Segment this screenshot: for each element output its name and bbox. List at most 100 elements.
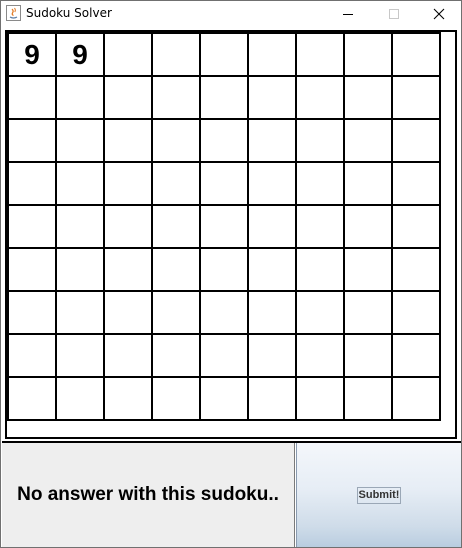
sudoku-cell[interactable] bbox=[295, 376, 345, 421]
sudoku-cell[interactable] bbox=[343, 247, 393, 292]
sudoku-cell[interactable] bbox=[7, 290, 57, 335]
sudoku-cell[interactable] bbox=[295, 75, 345, 120]
sudoku-cell[interactable] bbox=[391, 247, 441, 292]
close-icon bbox=[433, 8, 445, 19]
sudoku-cell[interactable] bbox=[295, 333, 345, 378]
sudoku-cell[interactable] bbox=[343, 290, 393, 335]
sudoku-cell[interactable] bbox=[295, 118, 345, 163]
sudoku-cell[interactable] bbox=[103, 333, 153, 378]
sudoku-cell[interactable] bbox=[151, 161, 201, 206]
sudoku-cell[interactable] bbox=[103, 75, 153, 120]
maximize-button[interactable] bbox=[371, 1, 417, 26]
sudoku-cell[interactable] bbox=[343, 75, 393, 120]
board-row bbox=[7, 290, 441, 335]
sudoku-cell[interactable] bbox=[295, 247, 345, 292]
sudoku-cell[interactable] bbox=[247, 161, 297, 206]
sudoku-cell[interactable] bbox=[343, 376, 393, 421]
sudoku-cell[interactable] bbox=[247, 376, 297, 421]
board-row bbox=[7, 333, 441, 378]
sudoku-cell[interactable] bbox=[391, 376, 441, 421]
sudoku-cell[interactable] bbox=[7, 161, 57, 206]
sudoku-cell[interactable] bbox=[247, 333, 297, 378]
status-panel: No answer with this sudoku.. bbox=[2, 443, 295, 547]
sudoku-cell[interactable] bbox=[391, 333, 441, 378]
board-row bbox=[7, 161, 441, 206]
board-row: 99 bbox=[7, 32, 441, 77]
board-row bbox=[7, 118, 441, 163]
window-title: Sudoku Solver bbox=[26, 6, 112, 20]
sudoku-cell[interactable] bbox=[343, 161, 393, 206]
sudoku-cell[interactable] bbox=[295, 161, 345, 206]
sudoku-cell[interactable] bbox=[391, 75, 441, 120]
board-row bbox=[7, 204, 441, 249]
sudoku-cell[interactable] bbox=[199, 161, 249, 206]
board-row bbox=[7, 376, 441, 421]
sudoku-cell[interactable] bbox=[247, 247, 297, 292]
sudoku-cell[interactable] bbox=[199, 75, 249, 120]
sudoku-cell[interactable] bbox=[391, 118, 441, 163]
board-row bbox=[7, 75, 441, 120]
sudoku-cell[interactable] bbox=[55, 333, 105, 378]
sudoku-cell[interactable] bbox=[7, 333, 57, 378]
title-bar[interactable]: Sudoku Solver bbox=[1, 1, 461, 26]
submit-button-area[interactable]: Submit! bbox=[296, 443, 461, 547]
sudoku-cell[interactable] bbox=[151, 32, 201, 77]
sudoku-cell[interactable] bbox=[247, 204, 297, 249]
sudoku-cell[interactable] bbox=[151, 204, 201, 249]
sudoku-cell[interactable] bbox=[55, 290, 105, 335]
sudoku-cell[interactable] bbox=[199, 118, 249, 163]
sudoku-cell[interactable] bbox=[55, 376, 105, 421]
sudoku-cell[interactable] bbox=[391, 204, 441, 249]
sudoku-cell[interactable] bbox=[55, 247, 105, 292]
sudoku-cell[interactable] bbox=[7, 247, 57, 292]
sudoku-cell[interactable] bbox=[391, 290, 441, 335]
sudoku-cell[interactable] bbox=[103, 118, 153, 163]
sudoku-cell[interactable] bbox=[151, 290, 201, 335]
sudoku-cell[interactable] bbox=[343, 118, 393, 163]
sudoku-cell[interactable] bbox=[247, 118, 297, 163]
sudoku-cell[interactable] bbox=[55, 161, 105, 206]
sudoku-cell[interactable] bbox=[247, 290, 297, 335]
sudoku-cell[interactable] bbox=[151, 333, 201, 378]
minimize-button[interactable] bbox=[325, 1, 371, 26]
close-button[interactable] bbox=[416, 1, 462, 26]
sudoku-cell[interactable] bbox=[151, 247, 201, 292]
sudoku-cell[interactable] bbox=[7, 118, 57, 163]
sudoku-cell[interactable] bbox=[151, 118, 201, 163]
sudoku-cell[interactable] bbox=[103, 247, 153, 292]
sudoku-cell[interactable] bbox=[7, 75, 57, 120]
sudoku-cell[interactable] bbox=[247, 75, 297, 120]
sudoku-cell[interactable] bbox=[103, 204, 153, 249]
sudoku-cell[interactable] bbox=[391, 32, 441, 77]
sudoku-cell[interactable] bbox=[295, 290, 345, 335]
sudoku-cell[interactable] bbox=[343, 32, 393, 77]
sudoku-cell[interactable] bbox=[151, 75, 201, 120]
status-message: No answer with this sudoku.. bbox=[17, 484, 279, 505]
sudoku-cell[interactable] bbox=[343, 204, 393, 249]
sudoku-cell[interactable] bbox=[103, 32, 153, 77]
sudoku-cell[interactable] bbox=[55, 204, 105, 249]
sudoku-cell[interactable] bbox=[199, 333, 249, 378]
sudoku-cell[interactable] bbox=[55, 75, 105, 120]
sudoku-cell[interactable] bbox=[199, 204, 249, 249]
sudoku-cell[interactable] bbox=[199, 32, 249, 77]
sudoku-cell[interactable] bbox=[295, 32, 345, 77]
app-window: Sudoku Solver 99 No answer with this sud… bbox=[0, 0, 462, 548]
sudoku-cell[interactable]: 9 bbox=[55, 32, 105, 77]
sudoku-cell[interactable] bbox=[295, 204, 345, 249]
sudoku-cell[interactable] bbox=[103, 161, 153, 206]
sudoku-cell[interactable] bbox=[391, 161, 441, 206]
sudoku-cell[interactable] bbox=[199, 247, 249, 292]
sudoku-cell[interactable] bbox=[343, 333, 393, 378]
sudoku-cell[interactable] bbox=[103, 290, 153, 335]
sudoku-cell[interactable] bbox=[247, 32, 297, 77]
sudoku-cell[interactable]: 9 bbox=[7, 32, 57, 77]
sudoku-cell[interactable] bbox=[199, 376, 249, 421]
sudoku-cell[interactable] bbox=[151, 376, 201, 421]
sudoku-cell[interactable] bbox=[55, 118, 105, 163]
sudoku-cell[interactable] bbox=[7, 204, 57, 249]
sudoku-cell[interactable] bbox=[199, 290, 249, 335]
submit-button[interactable]: Submit! bbox=[356, 486, 402, 504]
sudoku-cell[interactable] bbox=[7, 376, 57, 421]
sudoku-cell[interactable] bbox=[103, 376, 153, 421]
